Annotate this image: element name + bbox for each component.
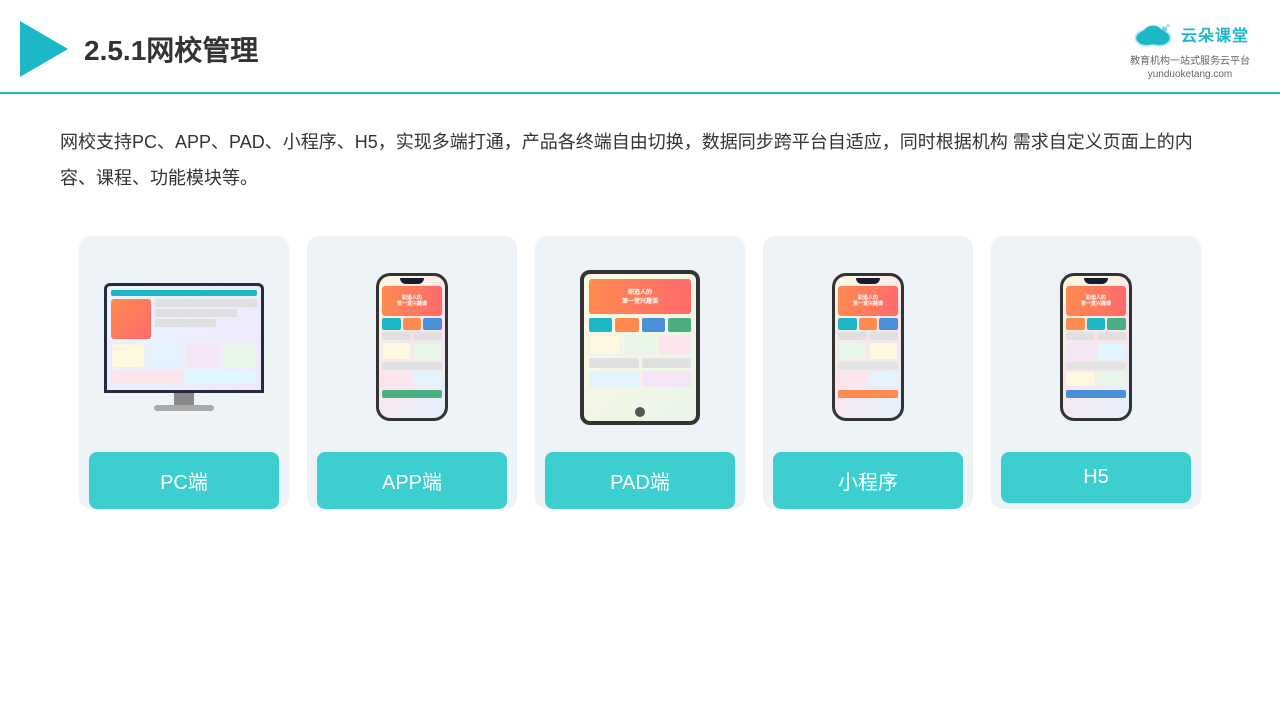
card-app: 职追人的第一堂兴趣课 <box>307 236 517 509</box>
card-pc-label: PC端 <box>89 452 279 509</box>
phone-notch-mini <box>856 278 880 284</box>
card-pad: 职追人的第一堂兴趣课 <box>535 236 745 509</box>
h5-image-area: 职追人的第一堂兴趣课 <box>1001 252 1191 442</box>
brand-name: 云朵课堂 <box>1181 22 1249 46</box>
tablet-home-button <box>635 407 645 417</box>
card-mini-label: 小程序 <box>773 452 963 509</box>
description-text: 网校支持PC、APP、PAD、小程序、H5，实现多端打通，产品各终端自由切换，数… <box>0 94 1280 216</box>
card-app-label: APP端 <box>317 452 507 509</box>
header: 2.5.1网校管理 云朵课堂 教育机构一站式服务云平台 yunduoketang… <box>0 0 1280 94</box>
app-image-area: 职追人的第一堂兴趣课 <box>317 252 507 442</box>
pad-image-area: 职追人的第一堂兴趣课 <box>545 252 735 442</box>
mini-phone-icon: 职追人的第一堂兴趣课 <box>832 273 904 421</box>
card-h5: 职追人的第一堂兴趣课 <box>991 236 1201 509</box>
pad-tablet-icon: 职追人的第一堂兴趣课 <box>580 270 700 425</box>
mini-banner-text: 职追人的第一堂兴趣课 <box>853 295 883 307</box>
pc-image-area <box>89 252 279 442</box>
mini-image-area: 职追人的第一堂兴趣课 <box>773 252 963 442</box>
app-phone-icon: 职追人的第一堂兴趣课 <box>376 273 448 421</box>
cloud-icon <box>1131 18 1175 50</box>
card-pad-label: PAD端 <box>545 452 735 509</box>
phone-notch <box>400 278 424 284</box>
header-left: 2.5.1网校管理 <box>20 21 258 77</box>
header-right: 云朵课堂 教育机构一站式服务云平台 yunduoketang.com <box>1130 18 1250 80</box>
phone-notch-h5 <box>1084 278 1108 284</box>
card-pc: PC端 <box>79 236 289 509</box>
cards-container: PC端 职追人的第一堂兴趣课 <box>0 216 1280 539</box>
brand-tagline: 教育机构一站式服务云平台 <box>1130 52 1250 67</box>
h5-phone-icon: 职追人的第一堂兴趣课 <box>1060 273 1132 421</box>
brand-domain: yunduoketang.com <box>1148 69 1233 80</box>
pc-monitor-icon <box>104 283 264 411</box>
page-title: 2.5.1网校管理 <box>84 29 258 69</box>
h5-banner-text: 职追人的第一堂兴趣课 <box>1081 295 1111 307</box>
logo-triangle-icon <box>20 21 68 77</box>
phone-banner-text: 职追人的第一堂兴趣课 <box>397 295 427 307</box>
card-mini: 职追人的第一堂兴趣课 <box>763 236 973 509</box>
cloud-logo: 云朵课堂 <box>1131 18 1249 50</box>
card-h5-label: H5 <box>1001 452 1191 503</box>
